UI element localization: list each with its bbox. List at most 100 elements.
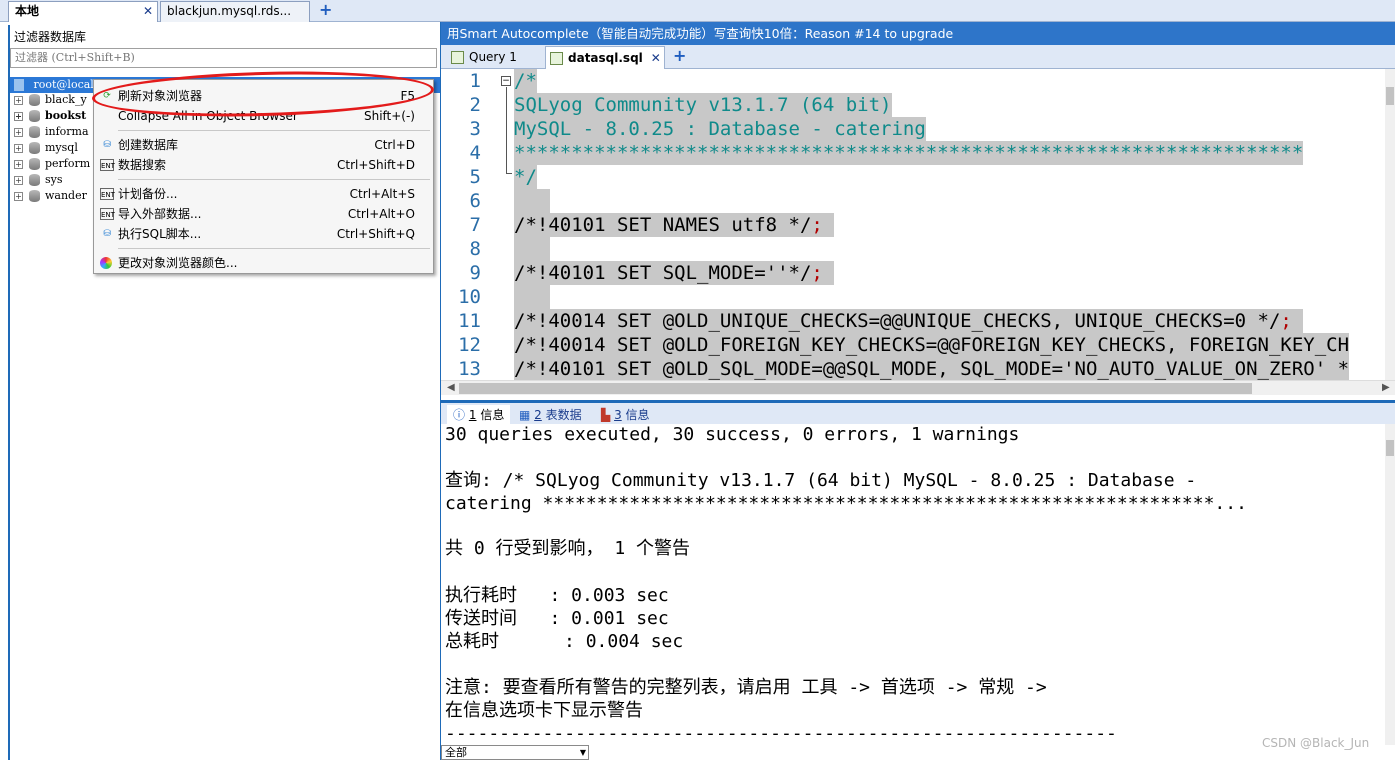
- tab-label: 信息: [480, 408, 505, 422]
- line-number: 4: [469, 142, 481, 164]
- tree-item-db[interactable]: + informa: [14, 124, 89, 140]
- menu-item-data-search[interactable]: ENT 数据搜索 Ctrl+Shift+D: [94, 155, 433, 175]
- code-line: /*!40101 SET SQL_MODE=''*/;: [514, 261, 835, 285]
- tab-info[interactable]: ⓘ 1 信息: [447, 405, 511, 425]
- database-icon: [29, 142, 40, 154]
- menu-item-shortcut: Ctrl+D: [374, 138, 415, 152]
- result-output[interactable]: 30 queries executed, 30 success, 0 error…: [441, 424, 1395, 745]
- line-number: 7: [469, 214, 481, 236]
- expand-icon[interactable]: +: [14, 191, 23, 201]
- menu-item-refresh[interactable]: ⟳ 刷新对象浏览器 F5: [94, 86, 433, 106]
- menu-item-shortcut: Ctrl+Alt+S: [349, 187, 415, 201]
- menu-item-create-database[interactable]: ⛁ 创建数据库 Ctrl+D: [94, 135, 433, 155]
- result-filter-select[interactable]: 全部 ▼: [441, 745, 589, 760]
- menu-item-shortcut: Ctrl+Alt+O: [347, 207, 415, 221]
- result-separator: ----------------------------------------…: [445, 723, 1117, 744]
- line-number: 8: [469, 238, 481, 260]
- result-exec-time: 执行耗时 : 0.003 sec: [445, 585, 669, 606]
- tree-item-label: black_y: [45, 93, 87, 106]
- table-icon: ▦: [519, 408, 531, 422]
- menu-item-label: 计划备份...: [118, 187, 178, 201]
- scroll-right-icon[interactable]: ▶: [1382, 381, 1390, 395]
- scroll-left-icon[interactable]: ◀: [447, 381, 455, 395]
- tree-item-label: sys: [45, 173, 63, 186]
- tab-info-2[interactable]: ▙ 3 信息: [601, 405, 650, 425]
- tab-query-1[interactable]: Query 1: [447, 46, 539, 69]
- expand-icon[interactable]: +: [14, 175, 23, 185]
- tree-item-label: wander: [45, 189, 87, 202]
- menu-item-import-external[interactable]: ENT 导入外部数据... Ctrl+Alt+O: [94, 204, 433, 224]
- tree-item-db[interactable]: + wander: [14, 188, 87, 204]
- fold-collapse-icon[interactable]: −: [501, 76, 511, 86]
- expand-icon[interactable]: +: [14, 143, 23, 153]
- expand-icon[interactable]: +: [14, 127, 23, 137]
- line-number: 2: [469, 94, 481, 116]
- scrollbar-thumb[interactable]: [1386, 440, 1394, 456]
- create-db-icon: ⛁: [103, 140, 111, 150]
- expand-icon[interactable]: +: [14, 111, 23, 121]
- editor-tab-bar: Query 1 datasql.sql ✕ +: [441, 45, 1395, 69]
- database-icon: [29, 110, 40, 122]
- database-icon: [29, 158, 40, 170]
- filter-input[interactable]: 过滤器 (Ctrl+Shift+B): [10, 48, 437, 68]
- connection-tab-label: blackjun.mysql.rds...: [167, 4, 292, 18]
- menu-item-run-sql-script[interactable]: ⛁ 执行SQL脚本... Ctrl+Shift+Q: [94, 224, 433, 244]
- result-note: 在信息选项卡下显示警告: [445, 700, 643, 721]
- close-icon[interactable]: ✕: [143, 2, 153, 21]
- connection-tab-remote[interactable]: blackjun.mysql.rds...: [160, 1, 310, 22]
- editor-vertical-scrollbar[interactable]: [1385, 69, 1395, 380]
- tree-item-db[interactable]: + perform: [14, 156, 90, 172]
- result-tab-bar: ⓘ 1 信息 ▦ 2 表数据 ▙ 3 信息: [441, 400, 1395, 425]
- code-line: [514, 285, 550, 309]
- line-number: 3: [469, 118, 481, 140]
- new-query-tab-icon[interactable]: +: [673, 46, 686, 66]
- upgrade-banner[interactable]: 用Smart Autocomplete（智能自动完成功能）写查询快10倍：Rea…: [441, 22, 1395, 45]
- tree-root-label: root@locall: [33, 78, 98, 91]
- menu-separator: [118, 130, 430, 131]
- close-icon[interactable]: ✕: [651, 51, 661, 65]
- scrollbar-thumb[interactable]: [459, 383, 1252, 394]
- tab-label: datasql.sql: [568, 51, 643, 65]
- tab-table-data[interactable]: ▦ 2 表数据: [519, 405, 582, 425]
- menu-item-scheduled-backup[interactable]: ENT 计划备份... Ctrl+Alt+S: [94, 184, 433, 204]
- tab-number: 2: [534, 408, 542, 422]
- tab-label: 信息: [625, 408, 650, 422]
- connection-tab-local[interactable]: 本地 ✕: [8, 1, 158, 22]
- search-icon: ENT: [100, 159, 115, 171]
- code-line: ****************************************…: [514, 141, 1304, 165]
- result-vertical-scrollbar[interactable]: [1385, 424, 1395, 745]
- tree-item-label: mysql: [45, 141, 78, 154]
- refresh-icon: ⟳: [103, 91, 111, 101]
- tree-item-db[interactable]: + mysql: [14, 140, 78, 156]
- tree-item-db[interactable]: + bookst: [14, 108, 86, 124]
- tree-item-db[interactable]: + black_y: [14, 92, 87, 108]
- fold-guide-end: [506, 173, 512, 174]
- result-query-line: 查询: /* SQLyog Community v13.1.7 (64 bit)…: [445, 470, 1197, 491]
- database-icon: [29, 190, 40, 202]
- menu-item-shortcut: F5: [400, 89, 415, 103]
- sql-editor[interactable]: − 1 2 3 4 5 6 7 8 9 10 11 12 13 /* SQLyo…: [441, 69, 1395, 380]
- scrollbar-thumb[interactable]: [1386, 87, 1394, 105]
- menu-item-collapse-all[interactable]: Collapse All in Object Browser Shift+(-): [94, 106, 433, 126]
- result-total-time: 总耗时 : 0.004 sec: [445, 631, 684, 652]
- connection-tab-label: 本地: [15, 4, 40, 18]
- tree-item-label: perform: [45, 157, 91, 170]
- tree-item-label: bookst: [45, 109, 87, 122]
- info-icon: ⓘ: [453, 408, 466, 422]
- result-affected: 共 0 行受到影响， 1 个警告: [445, 538, 691, 559]
- menu-item-label: 数据搜索: [118, 158, 167, 172]
- code-line: /*: [514, 69, 537, 93]
- menu-item-change-color[interactable]: 更改对象浏览器颜色...: [94, 253, 433, 273]
- tree-item-db[interactable]: + sys: [14, 172, 63, 188]
- server-icon: [14, 79, 24, 91]
- tab-label: Query 1: [469, 50, 517, 64]
- expand-icon[interactable]: +: [14, 95, 23, 105]
- tab-datasql[interactable]: datasql.sql ✕: [545, 46, 665, 69]
- semicolon: ;: [811, 214, 823, 236]
- new-connection-tab-icon[interactable]: +: [319, 0, 332, 20]
- editor-horizontal-scrollbar[interactable]: ◀ ▶: [441, 380, 1395, 395]
- code-line: [514, 237, 550, 261]
- expand-icon[interactable]: +: [14, 159, 23, 169]
- fold-guide: [506, 87, 507, 173]
- code-line: /*!40014 SET @OLD_UNIQUE_CHECKS=@@UNIQUE…: [514, 309, 1304, 333]
